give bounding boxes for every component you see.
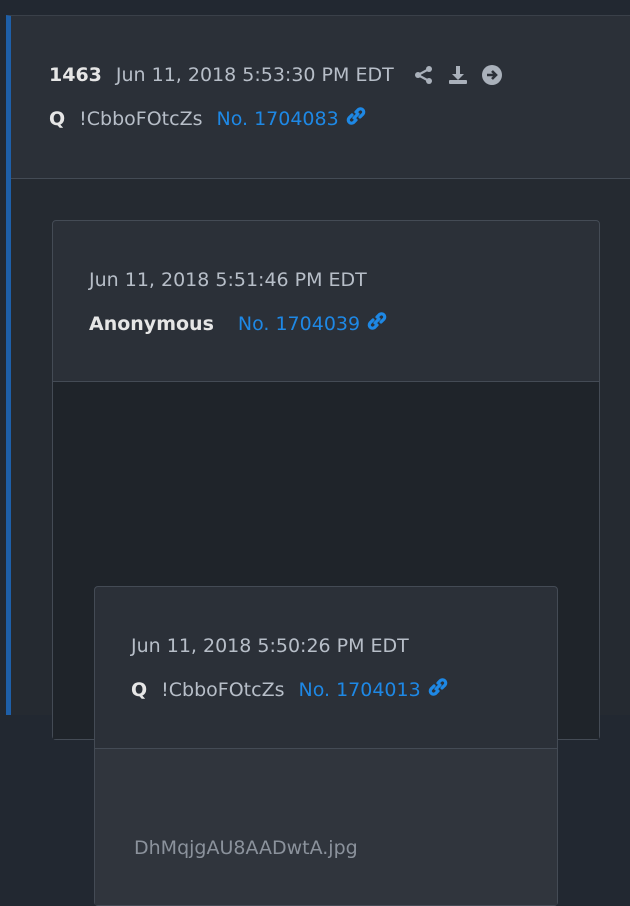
quoted-post-1: Jun 11, 2018 5:51:46 PM EDT Anonymous No… (52, 220, 600, 906)
post-header: 1463 Jun 11, 2018 5:53:30 PM EDT Q !Cbbo… (11, 16, 630, 179)
post-actions (414, 65, 502, 85)
quoted-post-2: Jun 11, 2018 5:50:26 PM EDT Q !CbboFOtcZ… (94, 586, 558, 906)
post-card: 1463 Jun 11, 2018 5:53:30 PM EDT Q !Cbbo… (6, 15, 630, 906)
quoted-post-2-author: Q (131, 678, 148, 701)
quoted-post-1-author: Anonymous (89, 312, 214, 335)
quoted-post-2-tripcode: !CbboFOtcZs (161, 678, 285, 701)
share-icon[interactable] (414, 65, 434, 85)
quoted-post-1-timestamp: Jun 11, 2018 5:51:46 PM EDT (89, 269, 367, 291)
post-author: Q (49, 107, 66, 130)
arrow-right-circle-icon[interactable] (481, 65, 502, 85)
post-meta-row: 1463 Jun 11, 2018 5:53:30 PM EDT (49, 64, 502, 86)
post-timestamp: Jun 11, 2018 5:53:30 PM EDT (115, 64, 394, 86)
download-icon[interactable] (448, 65, 468, 85)
quoted-post-1-number-link[interactable]: No. 1704039 (238, 313, 360, 335)
post-author-row: Q !CbboFOtcZs No. 1704083 (49, 106, 367, 131)
quoted-post-1-header: Jun 11, 2018 5:51:46 PM EDT Anonymous No… (53, 221, 599, 382)
quoted-post-2-meta-row: Jun 11, 2018 5:50:26 PM EDT (131, 635, 409, 657)
link-icon[interactable] (366, 311, 388, 336)
quoted-post-2-body: DhMqjgAU8AADwtA.jpg (95, 749, 557, 905)
image-filename[interactable]: DhMqjgAU8AADwtA.jpg (134, 837, 358, 859)
link-icon[interactable] (427, 677, 449, 702)
quoted-post-2-timestamp: Jun 11, 2018 5:50:26 PM EDT (131, 635, 409, 657)
quoted-post-1-meta-row: Jun 11, 2018 5:51:46 PM EDT (89, 269, 367, 291)
post-number: 1463 (49, 64, 102, 86)
post-number-link[interactable]: No. 1704083 (216, 108, 338, 130)
quoted-post-2-header: Jun 11, 2018 5:50:26 PM EDT Q !CbboFOtcZ… (95, 587, 557, 749)
link-icon[interactable] (345, 106, 367, 131)
quoted-post-2-number-link[interactable]: No. 1704013 (298, 679, 420, 701)
quoted-post-1-body: Jun 11, 2018 5:50:26 PM EDT Q !CbboFOtcZ… (53, 382, 599, 906)
post-tripcode: !CbboFOtcZs (79, 107, 203, 130)
quoted-post-2-author-row: Q !CbboFOtcZs No. 1704013 (131, 677, 449, 702)
quoted-post-1-author-row: Anonymous No. 1704039 (89, 311, 388, 336)
